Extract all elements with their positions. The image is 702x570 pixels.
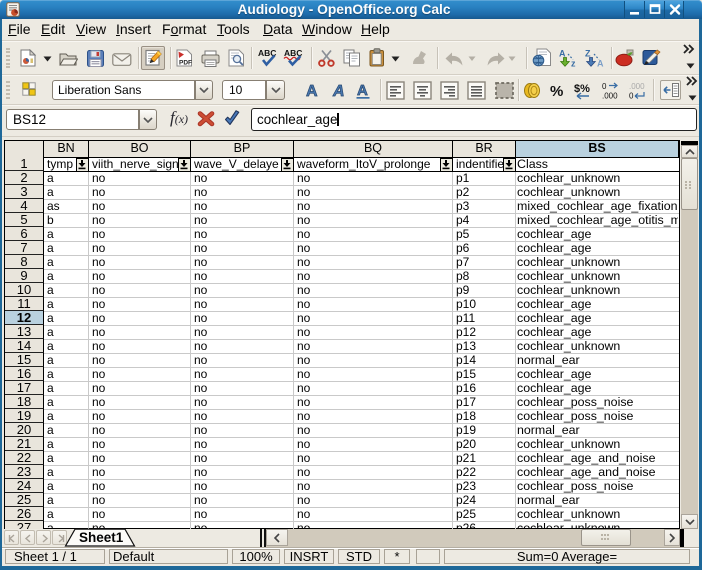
svg-text:PDF: PDF bbox=[179, 60, 192, 67]
svg-text:A: A bbox=[559, 49, 566, 59]
svg-text:z: z bbox=[571, 59, 576, 68]
svg-text:A: A bbox=[332, 83, 345, 100]
svg-text:0: 0 bbox=[629, 92, 634, 101]
svg-text:.000: .000 bbox=[629, 82, 645, 91]
svg-text:A: A bbox=[306, 83, 318, 100]
svg-text:Z: Z bbox=[585, 49, 591, 59]
svg-text:A: A bbox=[597, 59, 604, 68]
svg-text:%: % bbox=[550, 83, 563, 99]
svg-text:0: 0 bbox=[602, 82, 607, 91]
svg-text:$%: $% bbox=[574, 83, 590, 95]
svg-text:.000: .000 bbox=[602, 92, 618, 101]
svg-text:A: A bbox=[357, 82, 368, 99]
